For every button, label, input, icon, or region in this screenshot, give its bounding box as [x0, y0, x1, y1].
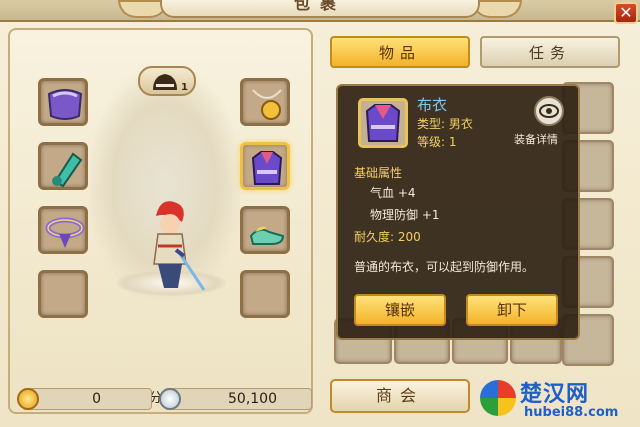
item-tooltip: 布衣 类型: 男衣 等级: 1 装备详情 基础属性 气血 +4 物理防御 +1 … — [336, 84, 580, 340]
close-button[interactable]: ✕ — [614, 2, 638, 24]
equip-slot-pendant[interactable] — [240, 78, 290, 126]
equip-slot-shoulder[interactable] — [38, 78, 88, 126]
equipment-detail-button[interactable]: 装备详情 — [514, 131, 558, 147]
head-slot-count: 1 — [181, 82, 188, 93]
character-avatar — [153, 201, 206, 291]
cloth-armor-icon — [365, 104, 401, 142]
title-plate: 包裹 — [160, 0, 480, 18]
window-title: 包裹 — [293, 0, 346, 13]
pendant-icon — [252, 89, 282, 120]
inventory-window: 包裹 ✕ 1 0 50,100 物品 任务 布衣 类型: 男衣 等级: 1 装备… — [0, 0, 640, 427]
tooltip-item-type: 类型: 男衣 — [417, 117, 473, 131]
bracer-icon — [52, 152, 83, 188]
tab-quests[interactable]: 任务 — [480, 36, 620, 68]
equip-slot-bracer[interactable] — [38, 142, 88, 190]
equipment-panel: 1 — [8, 28, 313, 414]
silver-bar: 50,100 — [159, 388, 312, 410]
shoes-icon — [249, 226, 285, 245]
silver-coin-icon — [159, 388, 181, 410]
gold-value: 0 — [92, 391, 101, 407]
equip-slot-belt[interactable] — [38, 206, 88, 254]
silver-value: 50,100 — [228, 391, 277, 407]
close-icon: ✕ — [619, 3, 633, 22]
equip-slot-armor[interactable] — [240, 142, 290, 190]
belt-icon — [45, 217, 85, 248]
watermark-name: 楚汉网 — [520, 382, 590, 407]
eye-icon[interactable] — [534, 96, 564, 126]
inlay-button[interactable]: 镶嵌 — [354, 294, 446, 326]
title-bar: 包裹 ✕ — [0, 0, 640, 24]
stat-physical-defense: 物理防御 +1 — [370, 208, 440, 222]
base-attributes-title: 基础属性 — [354, 166, 403, 180]
helmet-icon — [153, 74, 177, 90]
watermark-logo — [480, 380, 516, 416]
durability: 耐久度: 200 — [354, 230, 421, 244]
watermark-url: hubei88.com — [524, 405, 619, 420]
cloth-armor-icon — [251, 151, 283, 185]
guild-shop-button[interactable]: 商会 — [330, 379, 470, 413]
item-description: 普通的布衣，可以起到防御作用。 — [354, 260, 535, 274]
gold-bar: 0 — [17, 388, 152, 410]
tooltip-item-icon — [358, 98, 408, 148]
unequip-button[interactable]: 卸下 — [466, 294, 558, 326]
stat-hp: 气血 +4 — [370, 186, 416, 200]
tab-items[interactable]: 物品 — [330, 36, 470, 68]
equip-slot-shoes[interactable] — [240, 206, 290, 254]
tooltip-item-name: 布衣 — [417, 96, 448, 114]
equip-slot-empty-right[interactable] — [240, 270, 290, 318]
equip-slot-empty-left[interactable] — [38, 270, 88, 318]
tooltip-item-level: 等级: 1 — [417, 135, 457, 149]
shoulder-cape-icon — [47, 89, 83, 120]
gold-coin-icon — [17, 388, 39, 410]
head-slot-button[interactable]: 1 — [138, 66, 196, 96]
